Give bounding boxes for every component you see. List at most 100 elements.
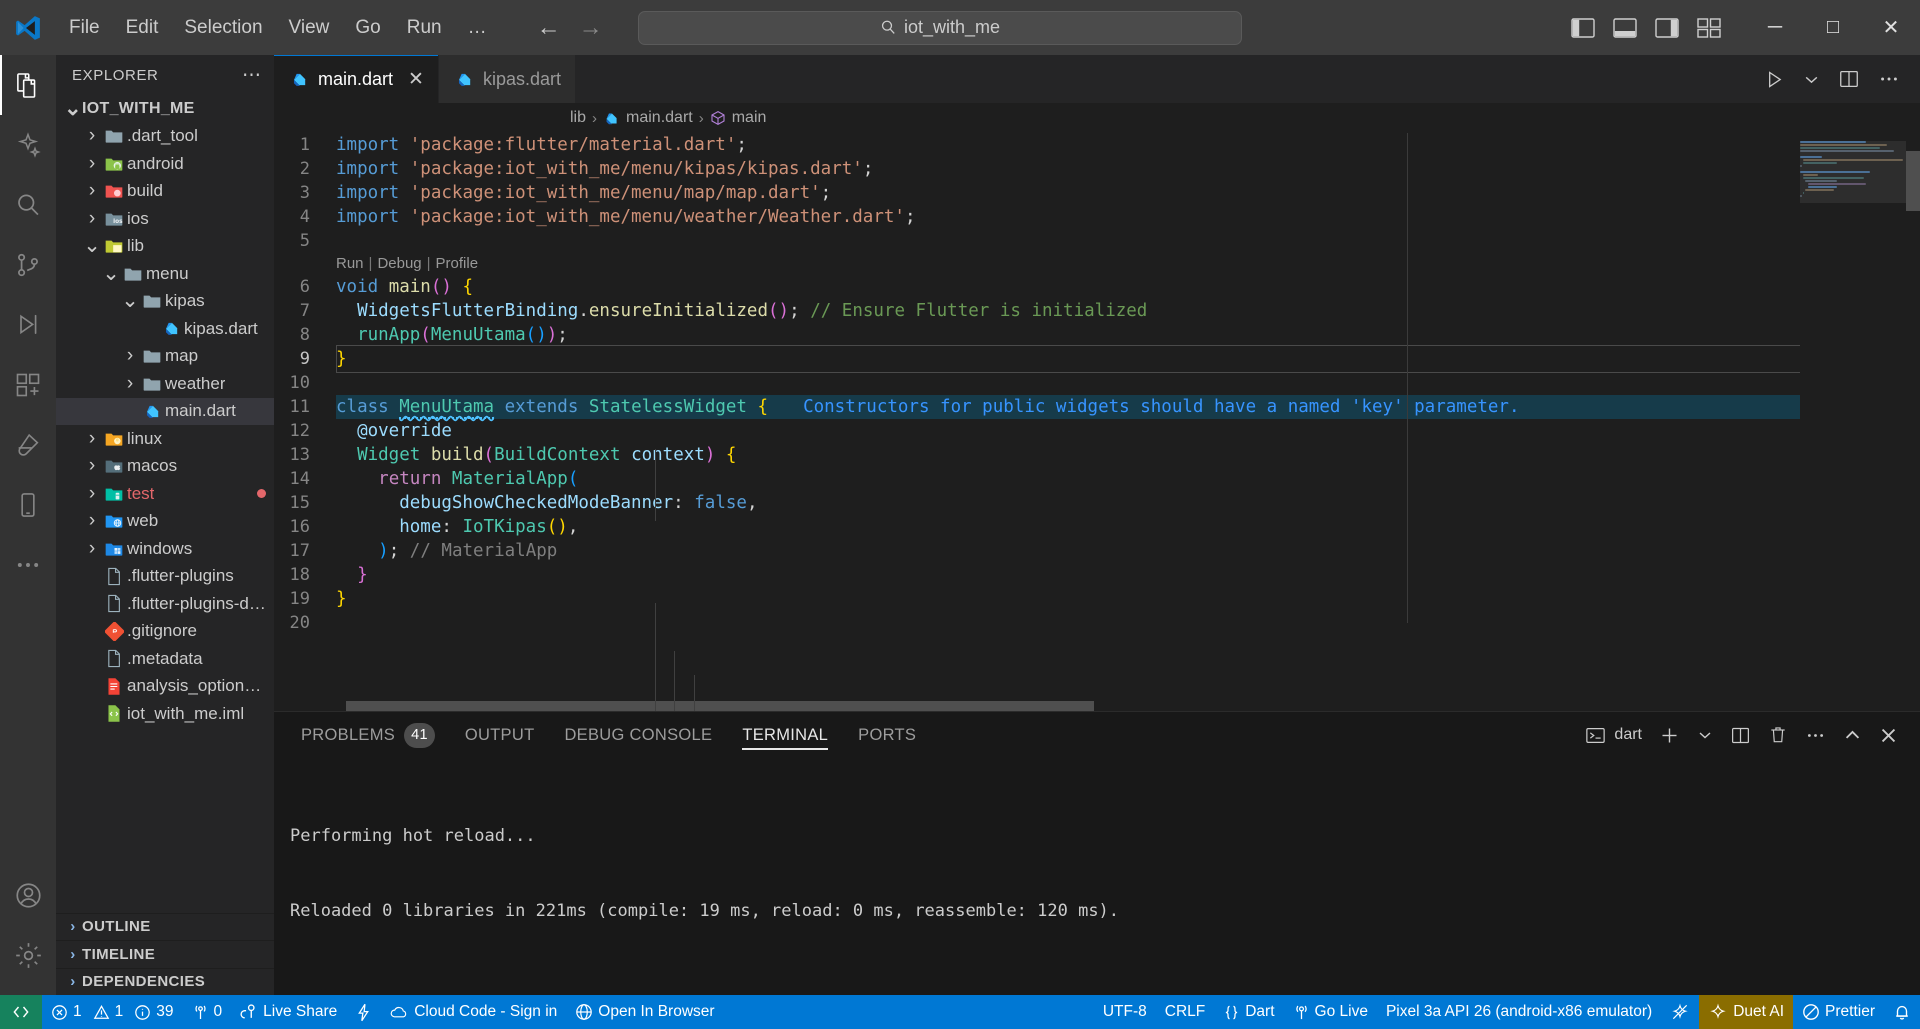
ellipsis-icon[interactable] — [1878, 68, 1900, 90]
activitybar-item-manage[interactable] — [0, 925, 56, 985]
terminal-profile-selector[interactable]: dart — [1585, 726, 1642, 745]
tree-item-iot-with-me[interactable]: ⌄ IOT_WITH_ME — [56, 95, 274, 123]
code-line[interactable]: 1 import 'package:flutter/material.dart'; — [274, 133, 1920, 157]
tree-item-web[interactable]: › web — [56, 508, 274, 536]
arrow-left-icon[interactable]: ← — [534, 14, 564, 42]
editor-tab-main-dart[interactable]: main.dart ✕ — [274, 55, 439, 103]
panel-tab-problems[interactable]: PROBLEMS 41 — [286, 712, 450, 758]
activitybar-item-more-views[interactable] — [0, 535, 56, 595]
close-icon[interactable]: ✕ — [408, 68, 424, 91]
code-line[interactable]: 16 home: IoTKipas(), — [274, 515, 1920, 539]
terminal-output[interactable]: Performing hot reload... Reloaded 0 libr… — [274, 758, 1920, 995]
code-line[interactable]: 14 return MaterialApp( — [274, 467, 1920, 491]
tree-item-map[interactable]: › map — [56, 343, 274, 371]
tree-item-linux[interactable]: › linux — [56, 425, 274, 453]
tree-item-android[interactable]: › android — [56, 150, 274, 178]
editor-tab-kipas-dart[interactable]: kipas.dart — [438, 55, 577, 103]
file-tree[interactable]: ⌄ IOT_WITH_ME › .dart_tool › android › build › io… — [56, 95, 274, 913]
tree-item-menu[interactable]: ⌄ menu — [56, 260, 274, 288]
statusbar-cloud-code[interactable]: Cloud Code - Sign in — [381, 995, 566, 1029]
code-line[interactable]: 15 debugShowCheckedModeBanner: false, — [274, 491, 1920, 515]
codelens-profile[interactable]: Profile — [436, 252, 479, 276]
menu-view[interactable]: View — [276, 11, 343, 45]
statusbar-eol[interactable]: CRLF — [1156, 995, 1214, 1029]
activitybar-item-explorer[interactable] — [0, 55, 56, 115]
statusbar-errors[interactable]: 1 1 39 — [42, 995, 183, 1029]
split-editor-icon[interactable] — [1838, 68, 1860, 90]
activitybar-item-search[interactable] — [0, 175, 56, 235]
tree-item-flutter-plugins[interactable]: .flutter-plugins — [56, 563, 274, 591]
tree-item-iot-with-me-iml[interactable]: iot_with_me.iml — [56, 700, 274, 728]
code-editor[interactable]: 1 import 'package:flutter/material.dart';… — [274, 133, 1920, 711]
tree-item-ios[interactable]: › ios ios — [56, 205, 274, 233]
sidebar-section-outline[interactable]: › OUTLINE — [56, 912, 274, 941]
statusbar-device-selector[interactable]: Pixel 3a API 26 (android-x86 emulator) — [1377, 995, 1661, 1029]
statusbar-duet-ai[interactable]: Duet AI — [1699, 995, 1794, 1029]
code-line[interactable]: 18 } — [274, 563, 1920, 587]
activitybar-item-copilot[interactable] — [0, 115, 56, 175]
statusbar-notifications[interactable] — [1884, 995, 1920, 1029]
tree-item-dart-tool[interactable]: › .dart_tool — [56, 123, 274, 151]
code-line[interactable]: 7 WidgetsFlutterBinding.ensureInitialize… — [274, 299, 1920, 323]
activitybar-item-run-and-debug[interactable] — [0, 295, 56, 355]
code-lines[interactable]: 1 import 'package:flutter/material.dart';… — [274, 133, 1920, 635]
tree-item-weather[interactable]: › weather — [56, 370, 274, 398]
code-line[interactable]: 2 import 'package:iot_with_me/menu/kipas/… — [274, 157, 1920, 181]
panel-tab-terminal[interactable]: TERMINAL — [727, 712, 843, 758]
split-terminal-icon[interactable] — [1730, 725, 1751, 746]
statusbar-remote-indicator[interactable] — [0, 995, 42, 1029]
menu-go[interactable]: Go — [342, 11, 393, 45]
codelens-run[interactable]: Run — [336, 252, 364, 276]
tree-item-kipas[interactable]: ⌄ kipas — [56, 288, 274, 316]
chevron-down-icon[interactable] — [1803, 71, 1820, 88]
activitybar-item-source-control[interactable] — [0, 235, 56, 295]
menu-selection[interactable]: Selection — [171, 11, 275, 45]
panel-tab-output[interactable]: OUTPUT — [450, 712, 550, 758]
tree-item-test[interactable]: › test — [56, 480, 274, 508]
tree-item-metadata[interactable]: .metadata — [56, 645, 274, 673]
tree-item-gitignore[interactable]: .gitignore — [56, 618, 274, 646]
activitybar-item-extensions[interactable] — [0, 355, 56, 415]
statusbar-go-live[interactable]: Go Live — [1284, 995, 1377, 1029]
customize-layout-icon[interactable] — [1696, 15, 1722, 41]
editor-horizontal-scrollbar[interactable] — [346, 701, 1790, 711]
window-minimize-button[interactable]: ─ — [1746, 0, 1804, 55]
statusbar-duet-ai-muted[interactable] — [1661, 995, 1699, 1029]
toggle-panel-icon[interactable] — [1612, 15, 1638, 41]
code-line[interactable]: 9} — [274, 345, 1920, 373]
kill-terminal-icon[interactable] — [1768, 725, 1788, 745]
panel-tab-ports[interactable]: PORTS — [843, 712, 931, 758]
breadcrumb-item-main[interactable]: main — [732, 109, 767, 127]
run-icon[interactable] — [1764, 69, 1785, 90]
code-line[interactable]: 11 class MenuUtama extends StatelessWidge… — [274, 395, 1920, 419]
code-line[interactable]: 12 @override — [274, 419, 1920, 443]
minimap[interactable] — [1800, 133, 1906, 711]
codelens-debug[interactable]: Debug — [377, 252, 421, 276]
activitybar-item-testing[interactable] — [0, 415, 56, 475]
arrow-right-icon[interactable]: → — [576, 14, 606, 42]
panel-tab-debug-console[interactable]: DEBUG CONSOLE — [549, 712, 727, 758]
menu-file[interactable]: File — [56, 11, 113, 45]
statusbar-encoding[interactable]: UTF-8 — [1094, 995, 1156, 1029]
window-maximize-button[interactable]: □ — [1804, 0, 1862, 55]
statusbar-open-in-browser[interactable]: Open In Browser — [566, 995, 723, 1029]
tree-item-flutter-plugins-de[interactable]: .flutter-plugins-de... — [56, 590, 274, 618]
code-line[interactable]: 3 import 'package:iot_with_me/menu/map/ma… — [274, 181, 1920, 205]
window-close-button[interactable]: ✕ — [1862, 0, 1920, 55]
tree-item-windows[interactable]: › windows — [56, 535, 274, 563]
code-line[interactable]: 5 — [274, 229, 1920, 253]
new-terminal-icon[interactable] — [1659, 725, 1680, 746]
code-line[interactable]: 19} — [274, 587, 1920, 611]
chevron-down-icon[interactable] — [1697, 727, 1713, 743]
breadcrumb-item-main-dart[interactable]: main.dart — [626, 109, 693, 127]
sidebar-section-timeline[interactable]: › TIMELINE — [56, 940, 274, 968]
tree-item-macos[interactable]: › macos — [56, 453, 274, 481]
quick-open-search[interactable]: iot_with_me — [638, 10, 1242, 45]
statusbar-language-mode[interactable]: Dart — [1214, 995, 1283, 1029]
menu-run[interactable]: Run — [394, 11, 455, 45]
toggle-primary-sidebar-icon[interactable] — [1570, 15, 1596, 41]
sidebar-section-dependencies[interactable]: › DEPENDENCIES — [56, 967, 274, 996]
codelens-run-debug-profile[interactable]: Run | Debug | Profile — [274, 253, 1920, 275]
code-line[interactable]: 20 — [274, 611, 1920, 635]
close-panel-icon[interactable] — [1879, 726, 1898, 745]
